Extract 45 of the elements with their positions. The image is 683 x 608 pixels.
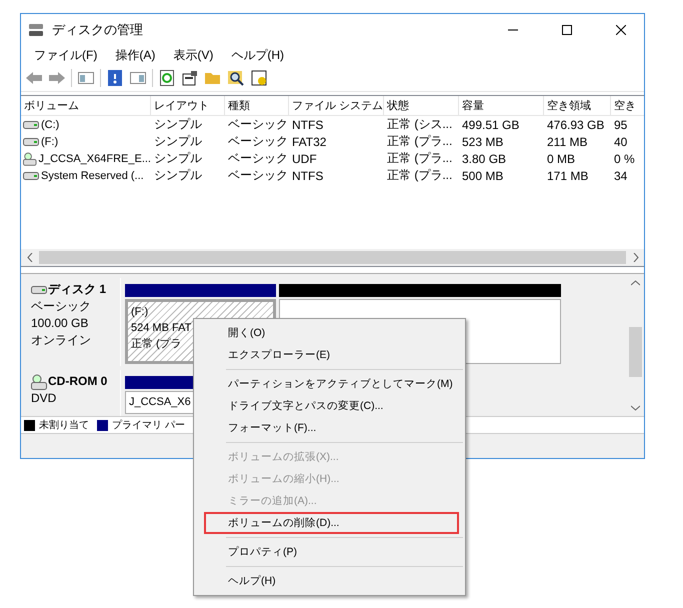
legend-label: プライマリ パー bbox=[112, 418, 185, 432]
table-cell: 95 bbox=[614, 118, 628, 132]
disk-detail: DVD bbox=[31, 390, 58, 408]
table-cell: 正常 (プラ... bbox=[387, 133, 452, 150]
table-cell: (F:) bbox=[41, 136, 58, 148]
partition-detail: 524 MB FAT bbox=[131, 321, 192, 336]
table-cell: 476.93 GB bbox=[547, 118, 604, 132]
table-cell: ベーシック bbox=[228, 133, 288, 150]
window-title: ディスクの管理 bbox=[52, 20, 144, 38]
disk-detail: 100.00 GB bbox=[31, 315, 90, 332]
disk-name: CD-ROM 0 bbox=[48, 373, 108, 390]
table-cell: ベーシック bbox=[228, 150, 288, 167]
table-cell: 正常 (シス... bbox=[387, 116, 452, 133]
table-cell: J_CCSA_X64FRE_E... bbox=[38, 152, 151, 164]
table-cell: System Reserved (... bbox=[41, 170, 144, 182]
table-cell: シンプル bbox=[154, 167, 202, 184]
table-cell: ベーシック bbox=[228, 116, 288, 133]
table-cell: ベーシック bbox=[228, 167, 288, 184]
legend-label: 未割り当て bbox=[39, 418, 89, 432]
table-cell: 正常 (プラ... bbox=[387, 167, 452, 184]
disk-detail: オンライン bbox=[31, 332, 92, 349]
table-cell: 34 bbox=[614, 168, 628, 182]
table-cell: NTFS bbox=[292, 118, 324, 132]
table-cell: 499.51 GB bbox=[462, 118, 520, 132]
table-cell: シンプル bbox=[154, 150, 202, 167]
table-cell: FAT32 bbox=[292, 134, 326, 148]
table-cell: NTFS bbox=[292, 168, 324, 182]
table-cell: 211 MB bbox=[547, 134, 588, 148]
disk-detail: ベーシック bbox=[31, 298, 92, 315]
table-cell: シンプル bbox=[154, 133, 202, 150]
partition-detail: 正常 (プラ bbox=[131, 336, 182, 352]
table-cell: 523 MB bbox=[462, 134, 504, 148]
partition-detail: (F:) bbox=[131, 305, 148, 320]
table-cell: 40 bbox=[614, 134, 628, 148]
table-cell: (C:) bbox=[41, 118, 60, 130]
table-cell: 3.80 GB bbox=[462, 152, 506, 166]
table-cell: シンプル bbox=[154, 116, 202, 133]
table-cell: 171 MB bbox=[547, 168, 588, 182]
disk-name: ディスク 1 bbox=[48, 281, 106, 298]
table-cell: 0 % bbox=[614, 152, 635, 166]
table-cell: 正常 (プラ... bbox=[387, 150, 452, 167]
table-cell: 500 MB bbox=[462, 168, 504, 182]
partition-detail: J_CCSA_X6 bbox=[129, 395, 191, 410]
table-cell: 0 MB bbox=[547, 152, 576, 166]
table-cell: UDF bbox=[292, 152, 317, 166]
